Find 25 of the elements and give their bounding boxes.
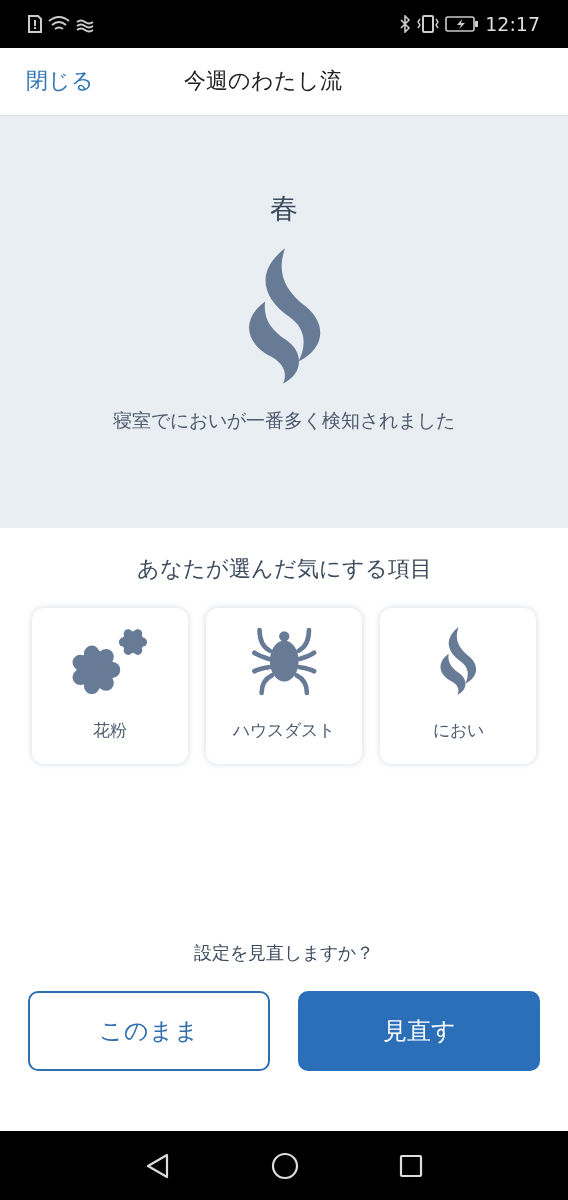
review-button[interactable]: 見直す [298, 991, 540, 1072]
home-icon[interactable] [271, 1151, 299, 1180]
season-label: 春 [270, 190, 298, 227]
recents-icon[interactable] [399, 1153, 423, 1178]
back-icon[interactable] [145, 1152, 171, 1179]
wifi-icon [48, 14, 70, 33]
detection-message: 寝室でにおいが一番多く検知されました [113, 407, 455, 433]
keep-button[interactable]: このまま [28, 991, 270, 1072]
sim-alert-icon [28, 14, 42, 33]
section-title: あなたが選んだ気にする項目 [136, 554, 432, 583]
item-card[interactable]: におい [380, 607, 536, 764]
screen-title: 今週のわたし流 [184, 67, 342, 96]
item-card[interactable]: ハウスダスト [206, 607, 362, 764]
item-label: におい [432, 718, 484, 742]
item-label: 花粉 [93, 718, 127, 742]
item-label: ハウスダスト [233, 718, 335, 742]
battery-charging-icon [445, 15, 480, 32]
close-button[interactable]: 閉じる [22, 62, 98, 101]
mite-icon [250, 625, 318, 696]
vibrate-icon [417, 14, 440, 33]
item-card[interactable]: 花粉 [32, 607, 188, 764]
clock-time: 12:17 [485, 12, 540, 35]
bluetooth-icon [399, 14, 412, 33]
pollen-icon [71, 627, 149, 694]
question-text: 設定を見直しますか？ [194, 941, 374, 966]
